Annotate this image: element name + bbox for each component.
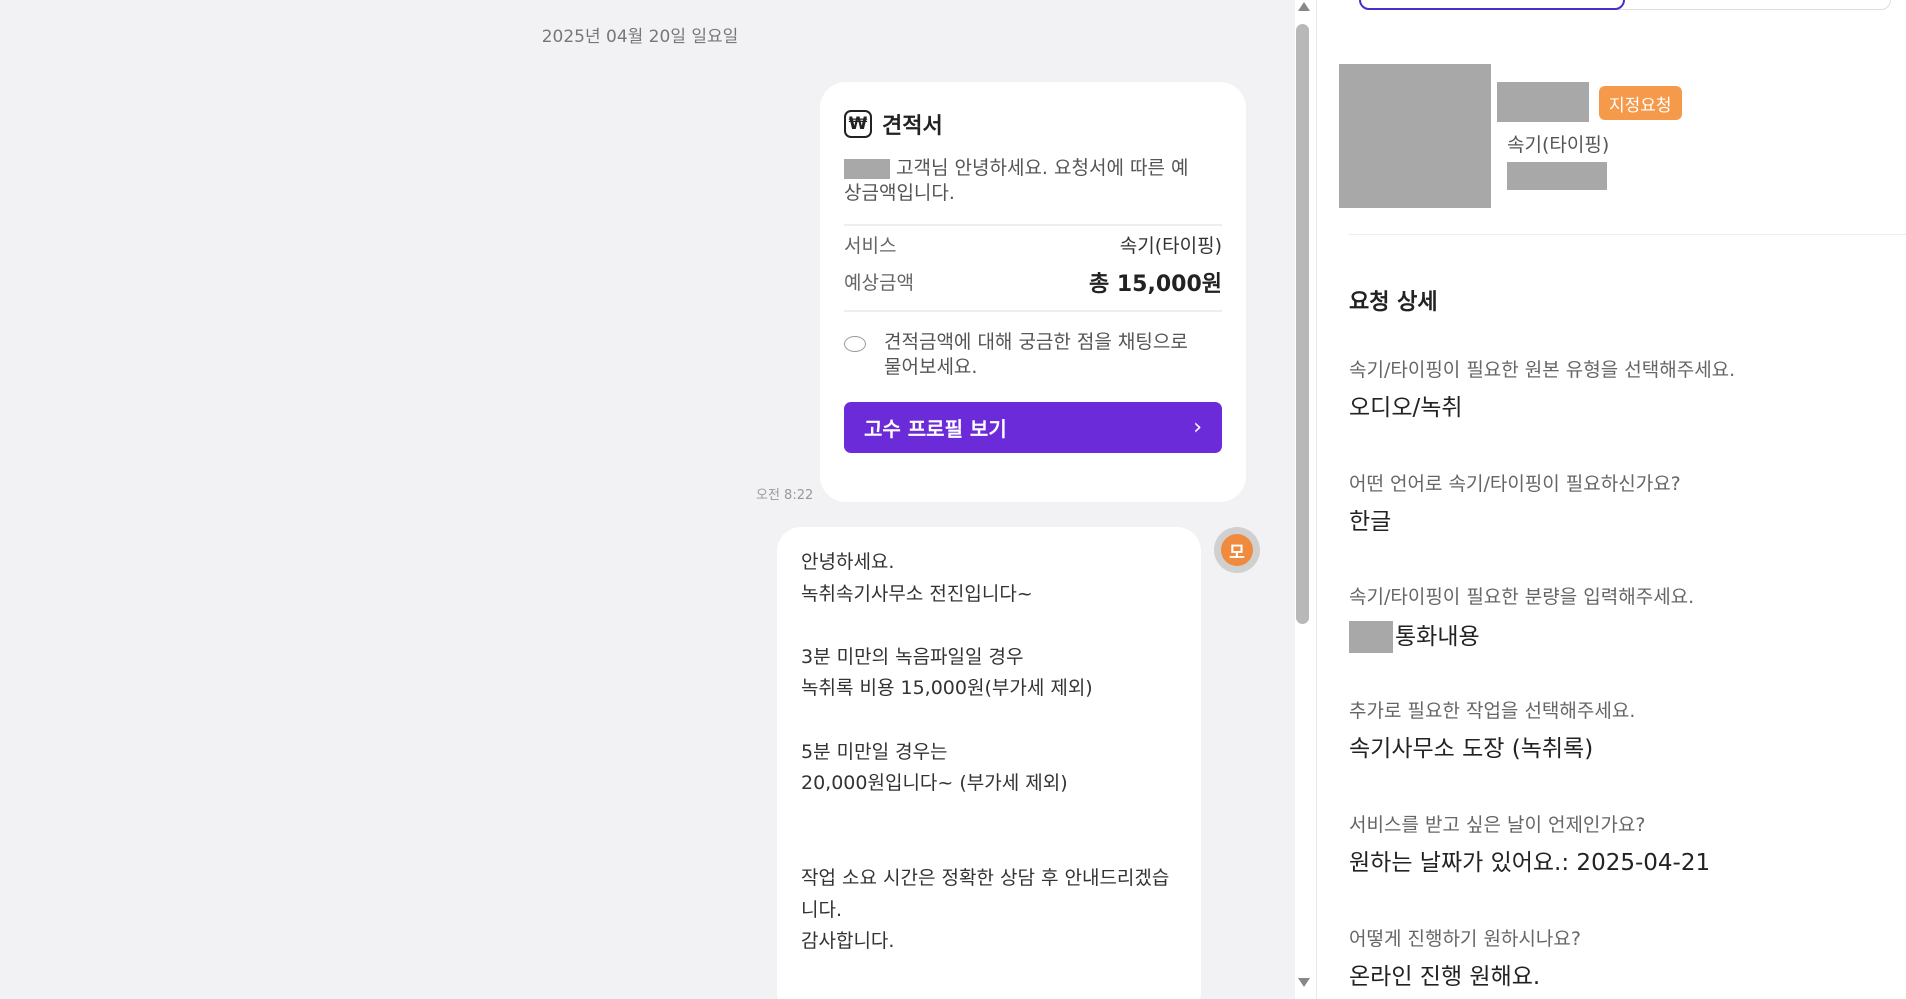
message-line: 안녕하세요.	[801, 551, 895, 573]
answer-text: 속기사무소 도장 (녹취록)	[1349, 735, 1889, 763]
chat-pane: 2025년 04월 20일 일요일 ₩ 견적서 고객님 안녕하세요. 요청서에 …	[0, 0, 1295, 999]
answer-text: 오디오/녹취	[1349, 394, 1889, 422]
provider-photo[interactable]	[1339, 64, 1491, 208]
message-line: 녹취록 비용 15,000원(부가세 제외)	[801, 677, 1093, 700]
redacted-provider-detail	[1507, 162, 1607, 190]
designated-request-badge: 지정요청	[1599, 86, 1682, 120]
answer-value: 원하는 날짜가 있어요.: 2025-04-21	[1349, 850, 1711, 876]
request-detail-item: 어떻게 진행하기 원하시나요? 온라인 진행 원해요.	[1349, 927, 1889, 991]
redacted-quantity	[1349, 621, 1393, 653]
divider	[1349, 234, 1906, 235]
request-detail-item: 속기/타이핑이 필요한 원본 유형을 선택해주세요. 오디오/녹취	[1349, 358, 1889, 422]
question-text: 어떤 언어로 속기/타이핑이 필요하신가요?	[1349, 473, 1681, 495]
scroll-down-arrow-icon[interactable]	[1298, 978, 1310, 987]
service-label: 서비스	[844, 235, 897, 257]
request-info-pane: 지정요청 속기(타이핑) 요청 상세 속기/타이핑이 필요한 원본 유형을 선택…	[1316, 0, 1906, 999]
answer-text: 통화내용	[1349, 621, 1889, 653]
request-detail-title: 요청 상세	[1349, 290, 1438, 315]
request-detail-item: 어떤 언어로 속기/타이핑이 필요하신가요? 한글	[1349, 472, 1889, 536]
message-bubble: 안녕하세요. 녹취속기사무소 전진입니다~ 3분 미만의 녹음파일일 경우녹취록 비…	[777, 527, 1201, 999]
chat-scrollbar[interactable]	[1292, 0, 1314, 999]
message-line	[801, 800, 1177, 832]
quote-greeting: 고객님 안녕하세요. 요청서에 따른 예 상금액입니다.	[844, 156, 1222, 208]
answer-value: 한글	[1349, 509, 1392, 535]
divider	[844, 310, 1222, 312]
message-line	[801, 831, 1177, 863]
question-text: 속기/타이핑이 필요한 분량을 입력해주세요.	[1349, 586, 1695, 608]
message-line: 작업 소요 시간은 정확한 상담 후 안내드리겠습	[801, 866, 1170, 889]
message-line: 20,000원입니다~ (부가세 제외)	[801, 772, 1068, 795]
amount-value: 총 15,000원	[1088, 271, 1222, 297]
greeting-line-1: 고객님 안녕하세요. 요청서에 따른 예	[896, 157, 1189, 179]
view-profile-button[interactable]: 고수 프로필 보기 ›	[844, 402, 1222, 453]
quote-header: ₩ 견적서	[844, 106, 1222, 142]
won-icon: ₩	[844, 110, 872, 138]
redacted-customer-name	[844, 158, 890, 179]
amount-row: 예상금액 총 15,000원	[844, 263, 1222, 300]
message-line: 3분 미만의 녹음파일일 경우	[801, 645, 1024, 668]
message-line	[801, 705, 1177, 737]
message-line: 니다.	[801, 898, 842, 921]
message-line	[801, 610, 1177, 642]
redacted-provider-name	[1497, 82, 1589, 122]
service-value: 속기(타이핑)	[1119, 235, 1222, 257]
question-text: 추가로 필요한 작업을 선택해주세요.	[1349, 700, 1636, 722]
provider-service: 속기(타이핑)	[1507, 134, 1610, 156]
chevron-right-icon: ›	[1193, 415, 1202, 440]
hint-line-1: 견적금액에 대해 궁금한 점을 채팅으로	[884, 331, 1188, 353]
answer-text: 원하는 날짜가 있어요.: 2025-04-21	[1349, 849, 1889, 877]
quote-hint: 견적금액에 대해 궁금한 점을 채팅으로 물어보세요.	[844, 330, 1222, 382]
answer-text: 온라인 진행 원해요.	[1349, 963, 1889, 991]
question-text: 속기/타이핑이 필요한 원본 유형을 선택해주세요.	[1349, 359, 1736, 381]
question-text: 서비스를 받고 싶은 날이 언제인가요?	[1349, 814, 1646, 836]
quote-card: ₩ 견적서 고객님 안녕하세요. 요청서에 따른 예 상금액입니다. 서비스 속…	[820, 82, 1246, 502]
hint-text: 견적금액에 대해 궁금한 점을 채팅으로 물어보세요.	[884, 330, 1222, 380]
answer-text: 한글	[1349, 508, 1889, 536]
amount-label: 예상금액	[844, 272, 914, 294]
tab-active[interactable]	[1359, 0, 1625, 10]
avatar[interactable]: 모	[1214, 527, 1260, 573]
answer-value: 속기사무소 도장 (녹취록)	[1349, 736, 1594, 762]
greeting-line-2: 상금액입니다.	[844, 182, 955, 204]
chat-bubble-icon	[844, 336, 866, 352]
date-separator: 2025년 04월 20일 일요일	[541, 27, 739, 47]
view-profile-label: 고수 프로필 보기	[864, 417, 1007, 441]
hint-line-2: 물어보세요.	[884, 356, 978, 378]
message-time: 오전 8:22	[756, 488, 814, 503]
scroll-up-arrow-icon[interactable]	[1298, 2, 1310, 11]
message-line: 5분 미만일 경우는	[801, 740, 948, 763]
request-detail-item: 서비스를 받고 싶은 날이 언제인가요? 원하는 날짜가 있어요.: 2025-0…	[1349, 813, 1889, 877]
service-row: 서비스 속기(타이핑)	[844, 226, 1222, 263]
answer-value: 통화내용	[1395, 624, 1480, 650]
answer-value: 온라인 진행 원해요.	[1349, 964, 1541, 990]
answer-value: 오디오/녹취	[1349, 395, 1463, 421]
quote-title: 견적서	[882, 114, 943, 139]
scroll-thumb[interactable]	[1296, 24, 1309, 624]
message-line: 감사합니다.	[801, 930, 895, 953]
request-detail-item: 속기/타이핑이 필요한 분량을 입력해주세요. 통화내용	[1349, 585, 1889, 653]
request-detail-item: 추가로 필요한 작업을 선택해주세요. 속기사무소 도장 (녹취록)	[1349, 699, 1889, 763]
avatar-logo: 모	[1221, 534, 1253, 566]
question-text: 어떻게 진행하기 원하시나요?	[1349, 928, 1581, 950]
message-line: 녹취속기사무소 전진입니다~	[801, 582, 1033, 605]
message-text: 안녕하세요. 녹취속기사무소 전진입니다~ 3분 미만의 녹음파일일 경우녹취록 비…	[801, 547, 1177, 958]
